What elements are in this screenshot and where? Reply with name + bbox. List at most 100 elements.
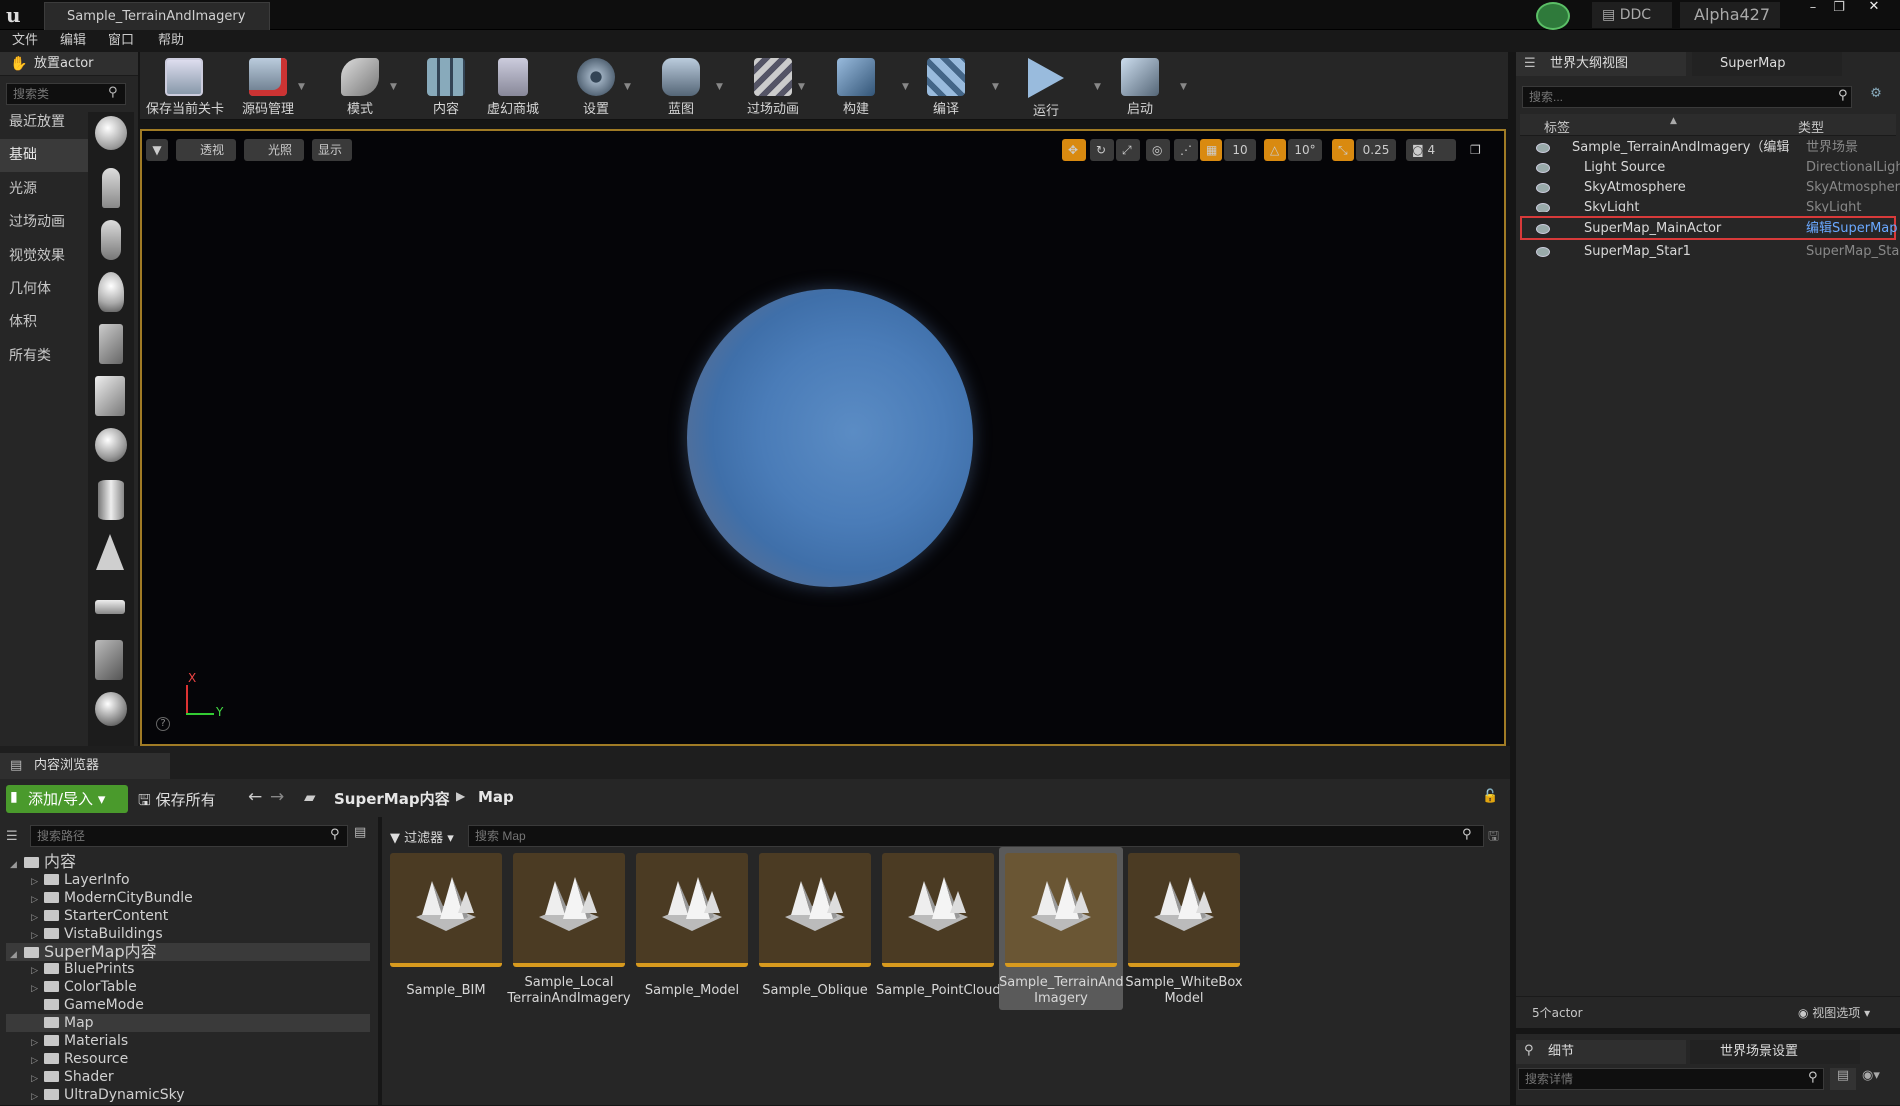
category-cinematic[interactable]: 过场动画 <box>0 206 88 239</box>
build-button[interactable]: 构建 <box>826 52 886 120</box>
character-icon[interactable] <box>102 168 120 208</box>
tree-folder-item[interactable]: ▷ Shader <box>10 1068 374 1086</box>
plane-icon[interactable] <box>95 600 125 614</box>
category-basic[interactable]: 基础 <box>0 139 88 172</box>
breadcrumb-map[interactable]: Map <box>478 788 514 806</box>
map-asset-tile[interactable] <box>636 853 748 967</box>
tree-folder-item[interactable]: ▷ Materials <box>10 1032 374 1050</box>
blueprints-dropdown[interactable]: ▼ <box>716 82 723 92</box>
surface-snap-icon[interactable]: ⋰ <box>1174 139 1198 161</box>
launch-dropdown[interactable]: ▼ <box>1180 82 1187 92</box>
tree-root-item[interactable]: ◢ SuperMap内容 <box>6 942 370 961</box>
menu-help[interactable]: 帮助 <box>158 30 184 52</box>
content-button[interactable]: 内容 <box>416 52 476 120</box>
tree-folder-item[interactable]: ▷ VistaBuildings <box>10 925 374 943</box>
outliner-row[interactable]: SkyLight SkyLight <box>1528 198 1896 212</box>
scale-tool-icon[interactable]: ⤢ <box>1116 139 1140 161</box>
minimize-button[interactable]: – <box>1800 1 1826 16</box>
visibility-eye-icon[interactable] <box>1536 183 1550 193</box>
translate-tool-icon[interactable]: ✥ <box>1062 139 1086 161</box>
map-asset-tile[interactable] <box>1005 853 1117 967</box>
panel-splitter[interactable] <box>1516 1028 1900 1034</box>
settings-button[interactable]: 设置 <box>566 52 626 120</box>
cone-icon[interactable] <box>96 534 124 570</box>
level-tab[interactable]: Sample_TerrainAndImagery <box>44 2 270 30</box>
forward-arrow-icon[interactable]: → <box>270 787 284 807</box>
show-button[interactable]: 显示 <box>312 139 352 161</box>
scale-snap-value[interactable]: 0.25 <box>1356 139 1396 161</box>
menu-window[interactable]: 窗口 <box>108 30 134 52</box>
cube-icon[interactable] <box>95 376 125 416</box>
tree-folder-item[interactable]: ▷ LayerInfo <box>10 871 374 889</box>
outliner-row[interactable]: SuperMap_Star1 SuperMap_Star <box>1528 242 1900 262</box>
camera-speed-button[interactable]: ◙ 4 <box>1406 139 1456 161</box>
rotation-snap-icon[interactable]: △ <box>1264 139 1286 161</box>
source-control-dropdown[interactable]: ▼ <box>298 82 305 92</box>
marketplace-button[interactable]: 虚幻商城 <box>480 52 546 120</box>
rotation-snap-value[interactable]: 10° <box>1288 139 1322 161</box>
outliner-row[interactable]: Sample_TerrainAndImagery（编辑 世界场景 <box>1528 138 1896 158</box>
category-geometry[interactable]: 几何体 <box>0 273 88 306</box>
save-all-button[interactable]: 🖫 保存所有 <box>138 789 216 815</box>
tree-folder-item[interactable]: ▷ ColorTable <box>10 978 374 996</box>
back-arrow-icon[interactable]: ← <box>248 787 262 807</box>
property-matrix-icon[interactable]: ▤ <box>1830 1068 1856 1090</box>
add-import-button[interactable]: 添加/导入 ▾ <box>6 785 128 813</box>
world-local-icon[interactable]: ◎ <box>1146 139 1170 161</box>
column-type[interactable]: 类型 <box>1798 117 1824 136</box>
help-icon[interactable]: ? <box>156 717 170 731</box>
modes-button[interactable]: 模式 <box>324 52 396 120</box>
rotate-tool-icon[interactable]: ↻ <box>1090 139 1114 161</box>
outliner-row[interactable]: Light Source DirectionalLight <box>1528 158 1900 178</box>
modes-dropdown[interactable]: ▼ <box>390 82 397 92</box>
map-asset-tile[interactable] <box>513 853 625 967</box>
save-search-icon[interactable]: 🖫 <box>1488 827 1499 849</box>
map-asset-tile[interactable] <box>390 853 502 967</box>
category-all-classes[interactable]: 所有类 <box>0 340 88 373</box>
map-asset-tile[interactable] <box>759 853 871 967</box>
perspective-button[interactable]: 透视 <box>176 139 236 161</box>
category-volumes[interactable]: 体积 <box>0 306 88 339</box>
point-light-icon[interactable] <box>98 272 124 312</box>
compile-button[interactable]: 编译 <box>916 52 976 120</box>
visibility-eye-icon[interactable] <box>1536 203 1550 212</box>
unreal-logo-icon[interactable]: u <box>6 3 30 27</box>
visibility-eye-icon[interactable] <box>1536 143 1550 153</box>
visibility-eye-icon[interactable] <box>1536 247 1550 257</box>
pawn-icon[interactable] <box>101 220 121 260</box>
lock-icon[interactable]: 🔓 <box>1482 789 1498 804</box>
grid-snap-value[interactable]: 10 <box>1224 139 1256 161</box>
cinematics-dropdown[interactable]: ▼ <box>798 82 805 92</box>
column-label[interactable]: 标签 <box>1544 117 1570 136</box>
map-asset-tile[interactable] <box>1128 853 1240 967</box>
menu-file[interactable]: 文件 <box>12 30 38 52</box>
world-settings-tab[interactable]: 世界场景设置 <box>1690 1040 1860 1064</box>
source-control-button[interactable]: 源码管理 <box>232 52 304 120</box>
cylinder-icon[interactable] <box>98 480 124 520</box>
details-search-input[interactable] <box>1518 1068 1824 1090</box>
maximize-button[interactable]: ❐ <box>1826 1 1852 16</box>
details-view-options-icon[interactable]: ◉▾ <box>1862 1068 1892 1090</box>
tree-folder-item[interactable]: ▷ StarterContent <box>10 907 374 925</box>
outliner-row[interactable]: SkyAtmosphere SkyAtmosphere <box>1528 178 1900 198</box>
play-button[interactable]: 运行 <box>1016 52 1076 120</box>
settings-dropdown[interactable]: ▼ <box>624 82 631 92</box>
menu-edit[interactable]: 编辑 <box>60 30 86 52</box>
source-control-status-icon[interactable] <box>1536 2 1570 30</box>
tree-folder-item[interactable]: ▷ ModernCityBundle <box>10 889 374 907</box>
tree-folder-item[interactable]: Map <box>6 1014 370 1033</box>
viewport-options-button[interactable]: ▼ <box>146 139 168 161</box>
world-outliner-tab[interactable]: 世界大纲视图 <box>1516 52 1686 76</box>
tree-root-item[interactable]: ◢ 内容 <box>10 853 374 871</box>
outliner-settings-icon[interactable]: ⚙ <box>1864 86 1888 108</box>
supermap-tab[interactable]: SuperMap <box>1692 52 1842 76</box>
close-button[interactable]: ✕ <box>1856 0 1892 16</box>
player-start-icon[interactable] <box>99 324 123 364</box>
visibility-eye-icon[interactable] <box>1536 163 1550 173</box>
scale-snap-icon[interactable]: ⤡ <box>1332 139 1354 161</box>
filter-button[interactable]: ▼ 过滤器 ▾ <box>390 827 454 846</box>
compile-dropdown[interactable]: ▼ <box>992 82 999 92</box>
tree-folder-item[interactable]: ▷ BluePrints <box>10 960 374 978</box>
tree-toggle-icon[interactable]: ☰ <box>6 829 18 844</box>
build-dropdown[interactable]: ▼ <box>902 82 909 92</box>
